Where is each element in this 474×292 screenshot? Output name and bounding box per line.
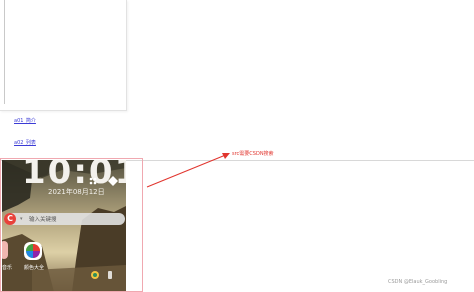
csdn-watermark: CSDN @Elauk_Goobling: [388, 279, 448, 285]
highlight-frame: [0, 158, 143, 292]
link-a01[interactable]: a01_简介: [14, 117, 36, 124]
annotation-text: src需要CSDN搜索: [232, 151, 274, 157]
blank-preview-panel: [0, 0, 127, 111]
annotation-arrow-icon: [146, 153, 230, 188]
panel-divider: [4, 0, 5, 104]
link-a02[interactable]: a02_列表: [14, 139, 36, 146]
